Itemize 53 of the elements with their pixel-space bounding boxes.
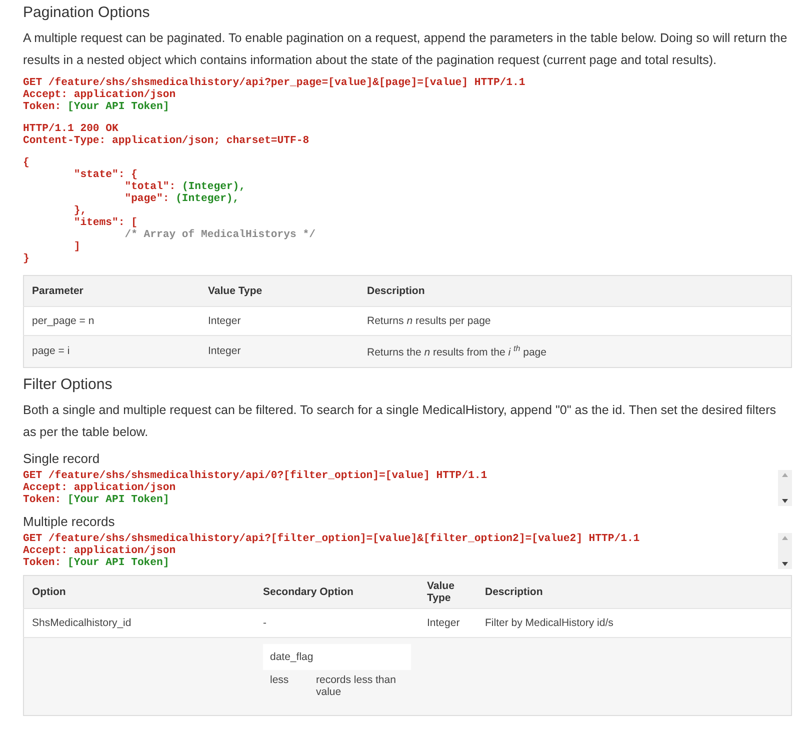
- section-heading: Filter Options: [23, 376, 114, 392]
- code-text: Content-Type: application/json; charset=UTF-8: [23, 135, 310, 147]
- scroll-down-icon[interactable]: [782, 498, 788, 502]
- code-text: "items": [: [72, 217, 138, 229]
- code-text: [Your API Token]: [68, 494, 170, 506]
- code-text: Token:: [23, 556, 62, 568]
- code-text: "page":: [124, 193, 170, 205]
- table-cell: per_page = n: [24, 306, 200, 336]
- code-text: HTTP/1.1 200 OK: [23, 123, 118, 135]
- subheading: Multiple records: [23, 514, 116, 528]
- code-text: GET /feature/shs/shsmedicalhistory/api?[filter_option]=[value]&[filter_option2]=[value2] HTTP/1.1: [23, 532, 640, 544]
- column-header: Parameter: [24, 276, 200, 306]
- table-cell: Integer: [427, 616, 460, 628]
- table-cell: -: [263, 616, 266, 628]
- column-header: Value Type: [419, 575, 477, 608]
- section-heading: Pagination Options: [23, 4, 151, 21]
- table-cell: Integer: [200, 336, 359, 367]
- scrollbar[interactable]: [778, 532, 792, 568]
- code-text: Accept: application/json: [23, 482, 176, 494]
- code-text: }: [23, 253, 30, 265]
- column-header: Value Type: [200, 276, 359, 306]
- code-text: (Integer),: [176, 193, 240, 205]
- scroll-down-icon[interactable]: [782, 562, 788, 566]
- code-text: ]: [72, 241, 80, 253]
- table-cell: Integer: [200, 306, 359, 336]
- scrollbar[interactable]: [778, 470, 792, 506]
- table-cell: ShsMedicalhistory_id: [32, 616, 132, 628]
- code-text: GET /feature/shs/shsmedicalhistory/api/0?[filter_option]=[value] HTTP/1.1: [23, 470, 488, 482]
- table-cell: Returns n results per page: [359, 306, 792, 336]
- code-text: "state": {: [72, 169, 138, 181]
- table-cell: Returns the n results from the i $^{th}$ page: [359, 336, 792, 367]
- code-text: Token:: [23, 101, 62, 113]
- code-text: Accept: application/json: [23, 89, 176, 101]
- code-text: Token:: [23, 494, 62, 506]
- code-text: GET /feature/shs/shsmedicalhistory/api?per_page=[value]&[page]=[value] HTTP/1.1: [23, 77, 526, 89]
- table-cell: page = i: [24, 336, 200, 367]
- table-cell: Filter by MedicalHistory id/s: [485, 616, 614, 628]
- code-text: {: [23, 157, 30, 169]
- code-text: Accept: application/json: [23, 544, 176, 556]
- column-header: Description: [359, 276, 792, 306]
- code-text: [Your API Token]: [68, 101, 170, 113]
- column-header: Secondary Option: [255, 575, 419, 608]
- column-header: Description: [477, 575, 792, 608]
- paragraph: Both a single and multiple request can be filtered. To search for a single MedicalHistory, append "0" as the id. Then set the desired filters as per the table below.: [23, 402, 778, 441]
- column-header: Option: [24, 575, 255, 608]
- code-text: (Integer),: [182, 181, 246, 193]
- code-text: [Your API Token]: [68, 556, 170, 568]
- subheading: Single record: [23, 450, 101, 466]
- table-cell: date_flag: [263, 644, 411, 670]
- code-text: "total":: [124, 181, 177, 193]
- paragraph: A multiple request can be paginated. To enable pagination on a request, append the parameters in the table below. Doing so will return the results in a nested object which contains information about the state of the pagination request (current page and total results).: [23, 30, 788, 69]
- code-text: },: [72, 205, 87, 217]
- code-text: /* Array of MedicalHistorys */: [124, 229, 316, 241]
